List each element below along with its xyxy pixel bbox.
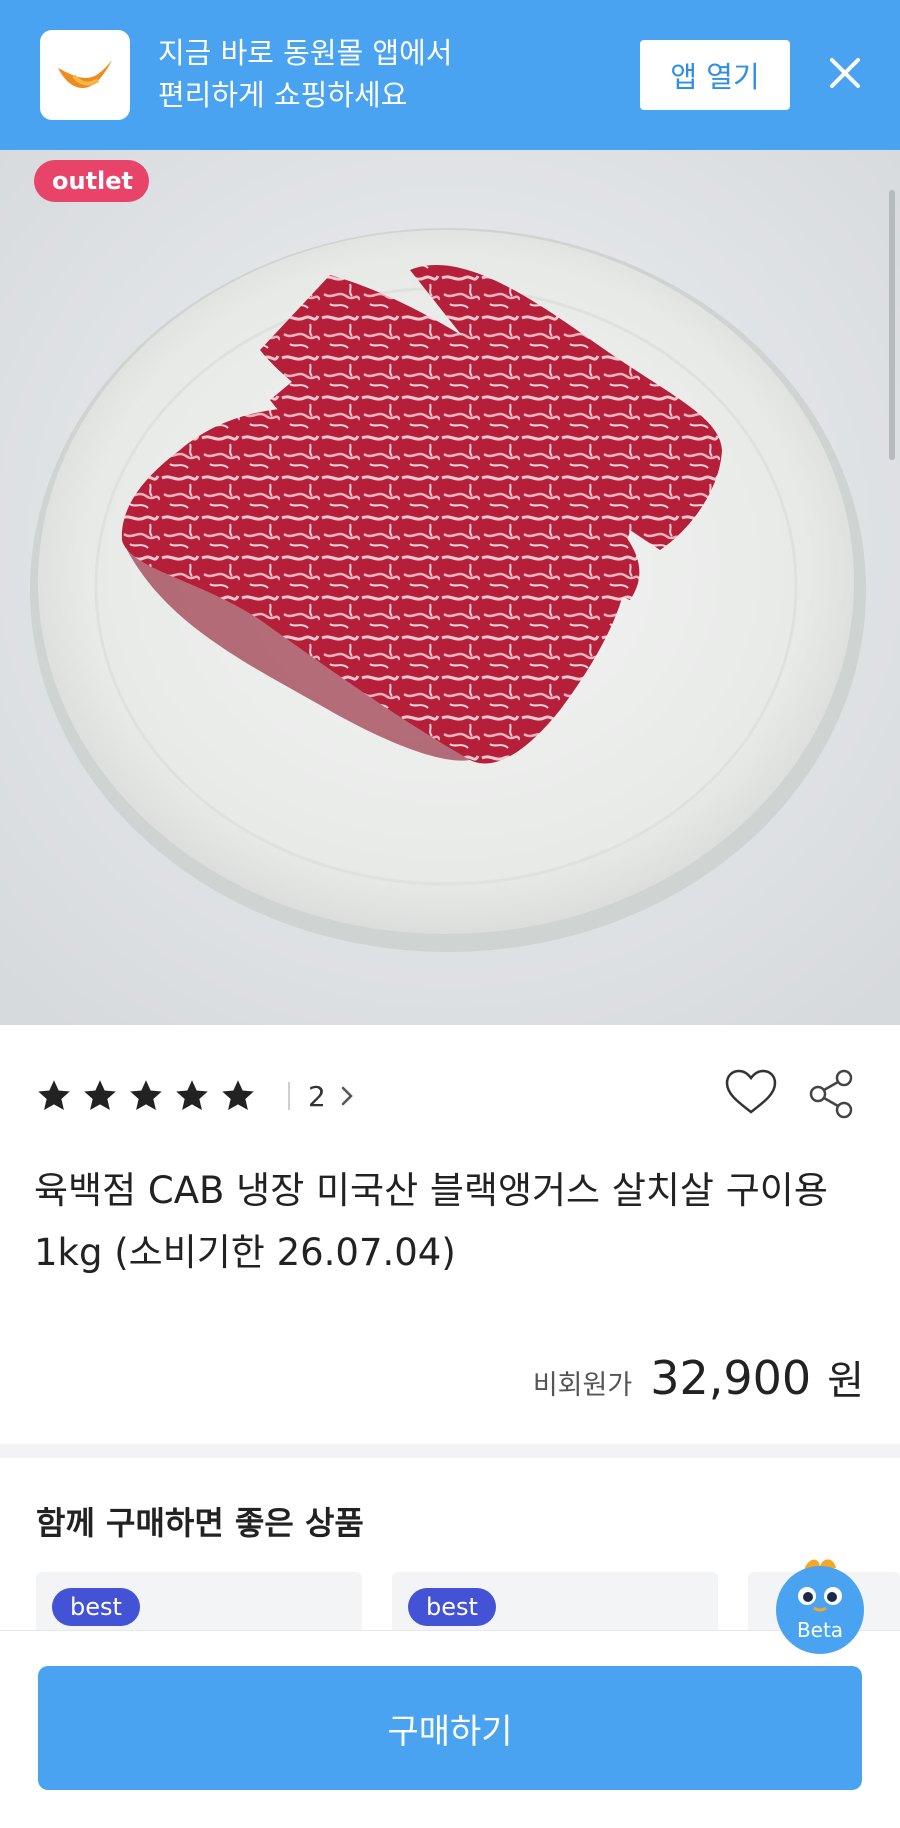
best-badge: best xyxy=(52,1588,140,1626)
product-image[interactable] xyxy=(0,150,900,1025)
price-value: 32,900 xyxy=(650,1351,812,1405)
share-icon[interactable] xyxy=(808,1068,856,1124)
scrollbar-thumb[interactable] xyxy=(889,190,895,460)
chevron-right-icon[interactable] xyxy=(340,1084,354,1108)
app-install-banner: 지금 바로 동원몰 앱에서 편리하게 쇼핑하세요 앱 열기 xyxy=(0,0,900,150)
section-divider xyxy=(0,1444,900,1458)
beta-chatbot-button[interactable]: Beta xyxy=(774,1552,866,1654)
star-icon xyxy=(130,1080,162,1110)
beta-label: Beta xyxy=(796,1618,844,1642)
product-title: 육백점 CAB 냉장 미국산 블랙앵거스 살치살 구이용 1kg (소비기한 2… xyxy=(34,1169,828,1274)
banner-line-1: 지금 바로 동원몰 앱에서 xyxy=(158,36,453,70)
rating-row[interactable]: 2 xyxy=(36,1072,354,1120)
banner-message: 지금 바로 동원몰 앱에서 편리하게 쇼핑하세요 xyxy=(158,32,452,116)
currency-unit: 원 xyxy=(827,1358,864,1404)
open-app-button[interactable]: 앱 열기 xyxy=(640,40,790,110)
heart-icon[interactable] xyxy=(724,1068,778,1120)
star-icon xyxy=(84,1080,116,1110)
star-icon xyxy=(38,1080,70,1110)
star-icon xyxy=(176,1080,208,1110)
buy-button[interactable]: 구매하기 xyxy=(38,1666,862,1790)
recommend-card[interactable]: best xyxy=(36,1572,362,1632)
close-icon[interactable] xyxy=(822,50,868,96)
recommend-card[interactable]: best xyxy=(392,1572,718,1632)
outlet-badge: outlet xyxy=(34,160,150,202)
recommend-section-title: 함께 구매하면 좋은 상품 xyxy=(36,1504,364,1542)
review-count[interactable]: 2 xyxy=(308,1080,326,1113)
best-badge: best xyxy=(408,1588,496,1626)
rating-divider xyxy=(288,1082,290,1110)
price-label: 비회원가 xyxy=(532,1370,633,1401)
star-icon xyxy=(222,1080,254,1110)
banner-line-2: 편리하게 쇼핑하세요 xyxy=(158,78,408,112)
price-row: 비회원가 32,900 원 xyxy=(533,1348,864,1406)
app-logo-icon[interactable] xyxy=(40,30,130,120)
